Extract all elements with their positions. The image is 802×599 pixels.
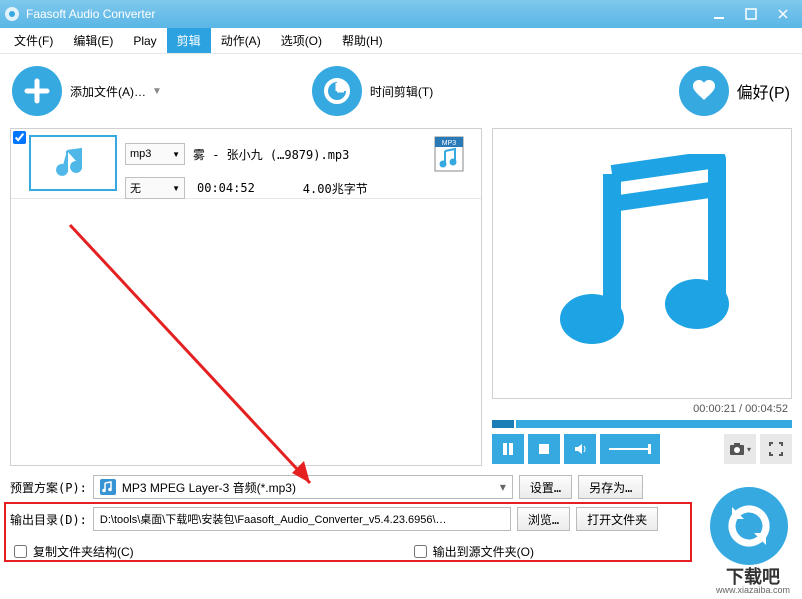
file-checkbox[interactable] bbox=[13, 131, 26, 144]
bottom-panel: 预置方案(P): MP3 MPEG Layer-3 音频(*.mp3) ▾ 设置… bbox=[0, 468, 802, 576]
menu-option[interactable]: 选项(O) bbox=[271, 28, 332, 53]
close-button[interactable] bbox=[768, 4, 798, 24]
chevron-down-icon: ▾ bbox=[500, 480, 506, 494]
file-list: mp3 ▼ 雾 - 张小九 (…9879).mp3 MP3 无 ▼ 00:04:… bbox=[10, 128, 482, 466]
app-icon bbox=[4, 6, 20, 22]
time-current: 00:00:21 bbox=[693, 403, 736, 415]
menu-trim[interactable]: 剪辑 bbox=[167, 28, 211, 53]
time-trim-button[interactable]: 时间剪辑(T) bbox=[312, 66, 439, 116]
menubar: 文件(F) 编辑(E) Play 剪辑 动作(A) 选项(O) 帮助(H) bbox=[0, 28, 802, 54]
open-folder-button[interactable]: 打开文件夹 bbox=[576, 507, 658, 531]
heart-icon bbox=[679, 66, 729, 116]
maximize-button[interactable] bbox=[736, 4, 766, 24]
time-total: 00:04:52 bbox=[745, 403, 788, 415]
output-to-source-checkbox[interactable]: 输出到源文件夹(O) bbox=[414, 543, 534, 560]
preview-pane: 00:00:21 / 00:04:52 ▾ bbox=[492, 128, 792, 468]
menu-file[interactable]: 文件(F) bbox=[4, 28, 63, 53]
output-label: 输出目录(D): bbox=[10, 511, 87, 528]
preview-canvas bbox=[492, 128, 792, 399]
minimize-button[interactable] bbox=[704, 4, 734, 24]
main-area: mp3 ▼ 雾 - 张小九 (…9879).mp3 MP3 无 ▼ 00:04:… bbox=[0, 128, 802, 468]
output-path-value: D:\tools\桌面\下载吧\安装包\Faasoft_Audio_Conver… bbox=[100, 511, 447, 527]
watermark: 下载吧 www.xiazaiba.com bbox=[716, 568, 790, 595]
add-file-button[interactable]: 添加文件(A)… ▼ bbox=[12, 66, 162, 116]
snapshot-button[interactable]: ▾ bbox=[724, 434, 756, 464]
menu-help[interactable]: 帮助(H) bbox=[332, 28, 393, 53]
format-select[interactable]: mp3 ▼ bbox=[125, 143, 185, 165]
copy-structure-checkbox[interactable]: 复制文件夹结构(C) bbox=[14, 543, 134, 560]
browse-button[interactable]: 浏览… bbox=[517, 507, 570, 531]
time-trim-label: 时间剪辑(T) bbox=[370, 83, 433, 100]
preset-value: MP3 MPEG Layer-3 音频(*.mp3) bbox=[122, 479, 296, 496]
titlebar: Faasoft Audio Converter bbox=[0, 0, 802, 28]
checkbox-row: 复制文件夹结构(C) 输出到源文件夹(O) bbox=[10, 538, 792, 564]
add-file-label: 添加文件(A)… bbox=[70, 83, 146, 100]
pause-button[interactable] bbox=[492, 434, 524, 464]
output-path-field[interactable]: D:\tools\桌面\下载吧\安装包\Faasoft_Audio_Conver… bbox=[93, 507, 511, 531]
file-size: 4.00兆字节 bbox=[303, 180, 368, 197]
window-title: Faasoft Audio Converter bbox=[26, 7, 702, 21]
watermark-url: www.xiazaiba.com bbox=[716, 586, 790, 595]
menu-action[interactable]: 动作(A) bbox=[211, 28, 271, 53]
saveas-button[interactable]: 另存为… bbox=[578, 475, 643, 499]
mp3-file-icon: MP3 bbox=[433, 135, 465, 173]
preference-label: 偏好(P) bbox=[737, 79, 790, 103]
preset-label: 预置方案(P): bbox=[10, 479, 87, 496]
progress-bar[interactable] bbox=[492, 420, 792, 428]
menu-play[interactable]: Play bbox=[123, 30, 166, 52]
preference-button[interactable]: 偏好(P) bbox=[679, 66, 790, 116]
clock-icon bbox=[312, 66, 362, 116]
chevron-down-icon[interactable]: ▼ bbox=[152, 86, 162, 97]
output-row: 输出目录(D): D:\tools\桌面\下载吧\安装包\Faasoft_Aud… bbox=[10, 506, 792, 532]
file-meta: mp3 ▼ 雾 - 张小九 (…9879).mp3 MP3 无 ▼ 00:04:… bbox=[125, 135, 475, 192]
volume-slider[interactable] bbox=[600, 434, 660, 464]
preset-select[interactable]: MP3 MPEG Layer-3 音频(*.mp3) ▾ bbox=[93, 475, 513, 499]
time-display: 00:00:21 / 00:04:52 bbox=[492, 399, 792, 418]
channel-value: 无 bbox=[130, 180, 141, 196]
chevron-down-icon: ▼ bbox=[172, 150, 180, 159]
stop-button[interactable] bbox=[528, 434, 560, 464]
volume-button[interactable] bbox=[564, 434, 596, 464]
convert-button[interactable] bbox=[710, 487, 788, 565]
file-duration: 00:04:52 bbox=[197, 181, 255, 195]
svg-text:MP3: MP3 bbox=[442, 140, 457, 147]
file-name: 雾 - 张小九 (…9879).mp3 bbox=[193, 146, 349, 163]
menu-edit[interactable]: 编辑(E) bbox=[63, 28, 123, 53]
settings-button[interactable]: 设置… bbox=[519, 475, 572, 499]
music-note-icon bbox=[542, 154, 742, 374]
toolbar: 添加文件(A)… ▼ 时间剪辑(T) 偏好(P) bbox=[0, 54, 802, 128]
file-thumbnail bbox=[29, 135, 117, 191]
progress-fill bbox=[492, 420, 516, 428]
fullscreen-button[interactable] bbox=[760, 434, 792, 464]
chevron-down-icon: ▼ bbox=[172, 184, 180, 193]
mp3-icon bbox=[100, 479, 116, 495]
refresh-icon bbox=[724, 501, 774, 551]
file-item[interactable]: mp3 ▼ 雾 - 张小九 (…9879).mp3 MP3 无 ▼ 00:04:… bbox=[11, 129, 481, 199]
channel-select[interactable]: 无 ▼ bbox=[125, 177, 185, 199]
preset-row: 预置方案(P): MP3 MPEG Layer-3 音频(*.mp3) ▾ 设置… bbox=[10, 474, 792, 500]
player-controls: ▾ bbox=[492, 430, 792, 468]
plus-icon bbox=[12, 66, 62, 116]
format-value: mp3 bbox=[130, 148, 151, 160]
watermark-text: 下载吧 bbox=[726, 568, 780, 586]
